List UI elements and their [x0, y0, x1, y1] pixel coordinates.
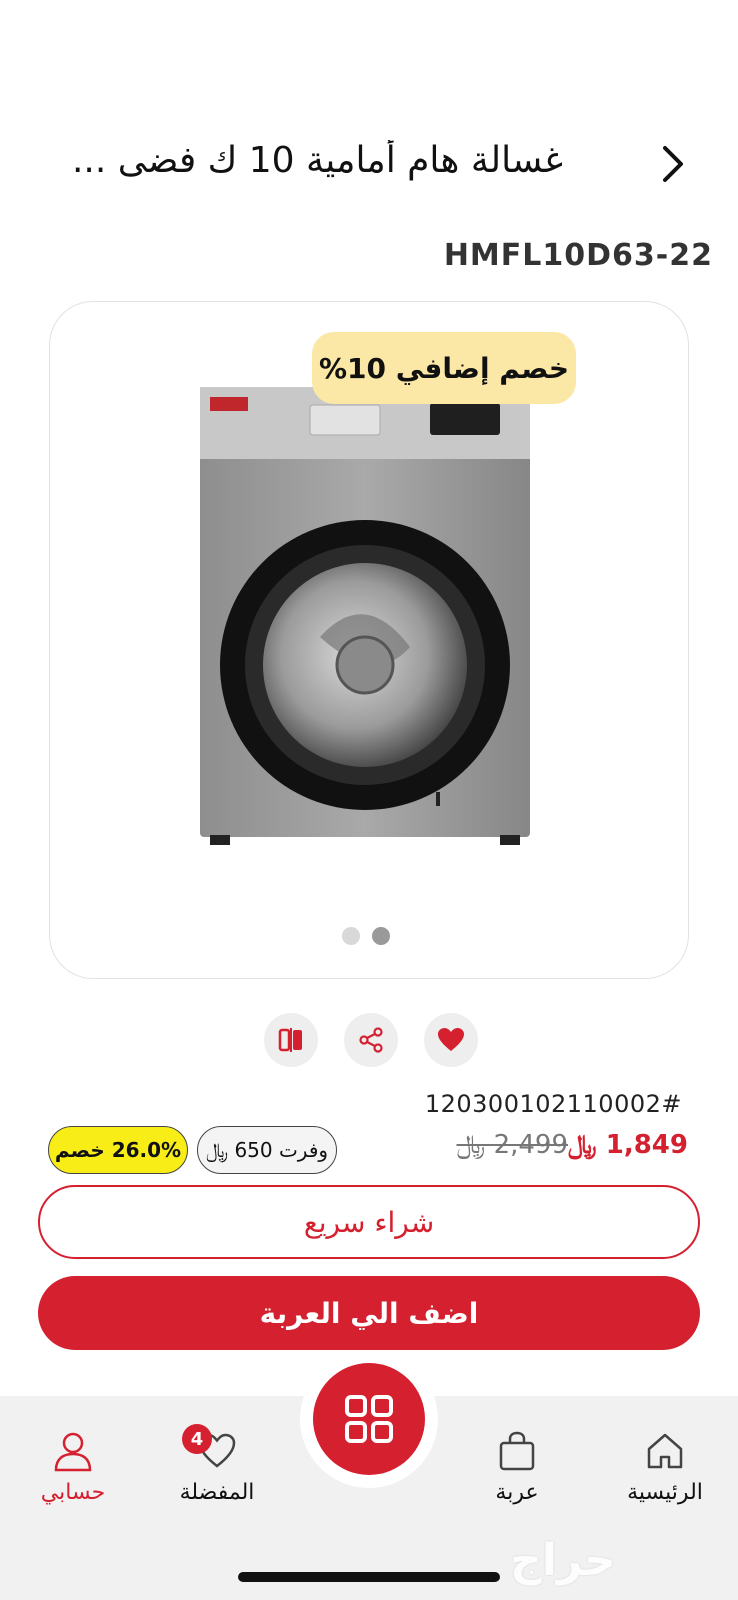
home-indicator: [238, 1572, 500, 1582]
nav-label-cart: عربة: [495, 1480, 539, 1505]
nav-label-account: حسابي: [40, 1480, 106, 1505]
share-icon: [359, 1027, 383, 1053]
product-gallery[interactable]: خصم إضافي 10%: [49, 301, 689, 979]
watermark-logo: حراج: [510, 1535, 616, 1586]
discount-badge: 26.0% خصم: [48, 1126, 188, 1174]
categories-button[interactable]: [313, 1363, 425, 1475]
current-price: 1,849 ﷼: [567, 1130, 688, 1160]
categories-button-wrap: [300, 1350, 438, 1488]
shopping-bag-icon: [499, 1431, 535, 1471]
savings-badge: وفرت 650 ﷼: [197, 1126, 337, 1174]
gallery-pagination[interactable]: [342, 927, 390, 945]
favorites-count-badge: 4: [182, 1424, 212, 1454]
compare-button[interactable]: [264, 1013, 318, 1067]
nav-item-account[interactable]: حسابي: [8, 1426, 138, 1505]
favorite-button[interactable]: [424, 1013, 478, 1067]
price-row: 1,849 ﷼ 2,499 ﷼ وفرت 650 ﷼ 26.0% خصم: [0, 1126, 738, 1176]
heart-icon: [438, 1028, 464, 1051]
nav-label-home: الرئيسية: [627, 1480, 703, 1505]
nav-label-favorites: المفضلة: [179, 1480, 255, 1505]
chevron-right-icon: [663, 146, 683, 182]
page-title: غسالة هام أمامية 10 ك فضى ...: [71, 140, 563, 181]
grid-icon: [345, 1395, 393, 1443]
pagination-dot-active[interactable]: [372, 927, 390, 945]
quick-buy-button[interactable]: شراء سريع: [38, 1185, 700, 1259]
nav-item-favorites[interactable]: المفضلة: [152, 1426, 282, 1505]
compare-icon: [278, 1028, 302, 1052]
promo-badge: خصم إضافي 10%: [312, 332, 576, 404]
product-actions: [264, 1013, 478, 1067]
share-button[interactable]: [344, 1013, 398, 1067]
add-to-cart-button[interactable]: اضف الي العربة: [38, 1276, 700, 1350]
home-icon: [647, 1433, 683, 1469]
header: غسالة هام أمامية 10 ك فضى ...: [0, 120, 738, 210]
model-code: HMFL10D63-22: [443, 238, 713, 266]
product-sku: 120300102110002#: [424, 1090, 682, 1118]
nav-item-home[interactable]: الرئيسية: [600, 1426, 730, 1505]
nav-item-cart[interactable]: عربة: [452, 1426, 582, 1505]
washing-machine-image: [200, 387, 530, 845]
back-button[interactable]: [650, 142, 694, 186]
user-icon: [54, 1432, 92, 1472]
original-price: 2,499 ﷼: [456, 1130, 568, 1160]
pagination-dot[interactable]: [342, 927, 360, 945]
